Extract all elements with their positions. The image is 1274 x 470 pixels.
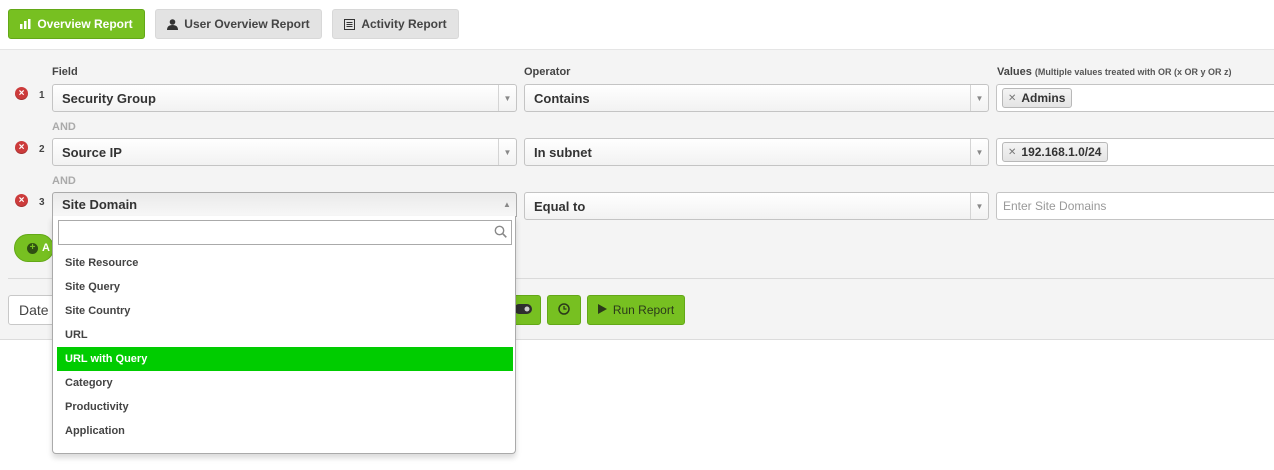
operator-select-value: Contains <box>534 90 590 106</box>
list-icon <box>344 18 356 30</box>
operator-column-header: Operator <box>524 66 571 78</box>
chevron-down-icon: ▼ <box>970 85 988 111</box>
chevron-down-icon: ▼ <box>498 85 516 111</box>
field-select-value: Site Domain <box>62 197 138 212</box>
operator-select-row-3[interactable]: Equal to ▼ <box>524 192 989 220</box>
clock-icon <box>558 302 570 318</box>
dropdown-option[interactable]: Category <box>57 371 513 395</box>
remove-row-1-icon[interactable]: × <box>15 87 28 100</box>
row-number: 3 <box>39 197 45 208</box>
remove-chip-icon[interactable]: ✕ <box>1008 93 1016 104</box>
chevron-down-icon: ▼ <box>970 139 988 165</box>
value-chip: ✕ 192.168.1.0/24 <box>1002 142 1109 162</box>
chevron-down-icon: ▼ <box>498 139 516 165</box>
values-input-row-2[interactable]: ✕ 192.168.1.0/24 <box>996 138 1274 166</box>
operator-select-value: In subnet <box>534 144 592 160</box>
toggle-icon <box>514 303 532 317</box>
dropdown-option[interactable]: Site Country <box>57 299 513 323</box>
tab-user-overview-report[interactable]: User Overview Report <box>155 9 322 39</box>
date-label: Date <box>19 302 49 318</box>
tab-label: Overview Report <box>37 17 133 31</box>
row-number: 1 <box>39 90 45 101</box>
dropdown-option[interactable]: Site Query <box>57 275 513 299</box>
tab-overview-report[interactable]: Overview Report <box>8 9 145 39</box>
schedule-button[interactable] <box>547 295 581 325</box>
operator-select-row-2[interactable]: In subnet ▼ <box>524 138 989 166</box>
row-number: 2 <box>39 144 45 155</box>
run-report-label: Run Report <box>612 303 675 317</box>
remove-row-2-icon[interactable]: × <box>15 141 28 154</box>
dropdown-options: Site Resource Site Query Site Country UR… <box>57 251 513 443</box>
search-icon <box>494 225 507 241</box>
values-placeholder: Enter Site Domains <box>1003 199 1107 213</box>
dropdown-option[interactable]: Application <box>57 419 513 443</box>
play-icon <box>597 303 607 317</box>
field-column-header: Field <box>52 66 78 78</box>
add-condition-label: A <box>42 242 50 254</box>
chevron-up-icon: ▲ <box>503 200 511 209</box>
bar-chart-icon <box>20 19 31 29</box>
field-select-row-2[interactable]: Source IP ▼ <box>52 138 517 166</box>
dropdown-option[interactable]: URL <box>57 323 513 347</box>
dropdown-option[interactable]: Productivity <box>57 395 513 419</box>
user-icon <box>167 18 179 30</box>
value-chip: ✕ Admins <box>1002 88 1073 108</box>
add-condition-button[interactable]: + A <box>14 234 54 262</box>
field-select-value: Security Group <box>62 90 156 106</box>
remove-row-3-icon[interactable]: × <box>15 194 28 207</box>
field-select-row-3[interactable]: Site Domain ▲ <box>52 192 517 217</box>
values-header-hint: (Multiple values treated with OR (x OR y… <box>1034 67 1232 77</box>
dropdown-option[interactable]: Site Resource <box>57 251 513 275</box>
and-connector: AND <box>52 175 76 187</box>
tab-label: Activity Report <box>361 17 447 31</box>
tab-activity-report[interactable]: Activity Report <box>332 9 459 39</box>
plus-icon: + <box>27 242 38 254</box>
dropdown-option-highlighted[interactable]: URL with Query <box>57 347 513 371</box>
and-connector: AND <box>52 121 76 133</box>
remove-chip-icon[interactable]: ✕ <box>1008 147 1016 158</box>
operator-select-value: Equal to <box>534 198 586 214</box>
values-header-label: Values <box>997 66 1032 78</box>
values-column-header: Values (Multiple values treated with OR … <box>997 66 1231 78</box>
values-input-row-1[interactable]: ✕ Admins <box>996 84 1274 112</box>
values-input-row-3[interactable]: Enter Site Domains <box>996 192 1274 220</box>
run-report-button[interactable]: Run Report <box>587 295 685 325</box>
dropdown-search-input[interactable] <box>58 220 512 245</box>
tab-label: User Overview Report <box>184 17 310 31</box>
report-tabs: Overview Report User Overview Report Act… <box>0 0 1274 50</box>
field-select-value: Source IP <box>62 144 122 160</box>
operator-select-row-1[interactable]: Contains ▼ <box>524 84 989 112</box>
chevron-down-icon: ▼ <box>970 193 988 219</box>
field-select-row-1[interactable]: Security Group ▼ <box>52 84 517 112</box>
chip-label: Admins <box>1021 91 1066 105</box>
field-dropdown: Site Resource Site Query Site Country UR… <box>52 216 516 454</box>
chip-label: 192.168.1.0/24 <box>1021 145 1102 159</box>
